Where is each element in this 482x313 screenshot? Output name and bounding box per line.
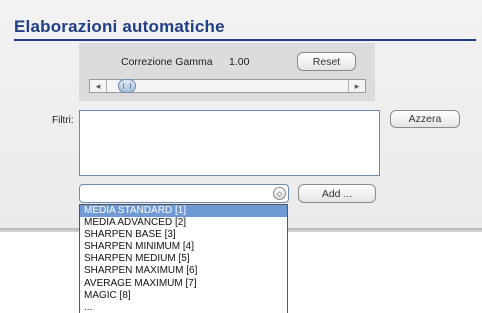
dropdown-option[interactable]: SHARPEN MAXIMUM [6]: [80, 265, 287, 277]
section-title: Elaborazioni automatiche: [14, 17, 225, 36]
filter-select[interactable]: ◇: [79, 184, 289, 203]
dropdown-option[interactable]: AVERAGE MAXIMUM [7]: [80, 278, 287, 290]
slider-right-arrow-icon[interactable]: ▸: [348, 80, 365, 92]
title-underline: [14, 39, 476, 41]
reset-button[interactable]: Reset: [297, 52, 356, 71]
slider-left-arrow-icon[interactable]: ◂: [90, 80, 107, 92]
dropdown-option[interactable]: ...: [80, 302, 287, 313]
gamma-value: 1.00: [229, 56, 250, 68]
filters-list[interactable]: [79, 110, 380, 176]
dropdown-option[interactable]: SHARPEN MEDIUM [5]: [80, 253, 287, 265]
gamma-label: Correzione Gamma: [121, 56, 213, 68]
dropdown-option[interactable]: SHARPEN BASE [3]: [80, 229, 287, 241]
dropdown-option[interactable]: SHARPEN MINIMUM [4]: [80, 241, 287, 253]
add-filter-button[interactable]: Add ...: [298, 184, 376, 203]
grip-icon: [123, 83, 131, 89]
dropdown-option[interactable]: MAGIC [8]: [80, 290, 287, 302]
dropdown-option[interactable]: MEDIA STANDARD [1]: [80, 205, 287, 218]
filter-dropdown-list[interactable]: MEDIA STANDARD [1] MEDIA ADVANCED [2] SH…: [79, 204, 288, 313]
filters-label: Filtri:: [52, 115, 74, 126]
dropdown-arrow-icon[interactable]: ◇: [273, 187, 286, 200]
gamma-slider[interactable]: ◂ ▸: [89, 79, 366, 93]
clear-filters-button[interactable]: Azzera: [390, 110, 460, 128]
slider-thumb[interactable]: [118, 79, 136, 93]
dropdown-option[interactable]: MEDIA ADVANCED [2]: [80, 217, 287, 229]
